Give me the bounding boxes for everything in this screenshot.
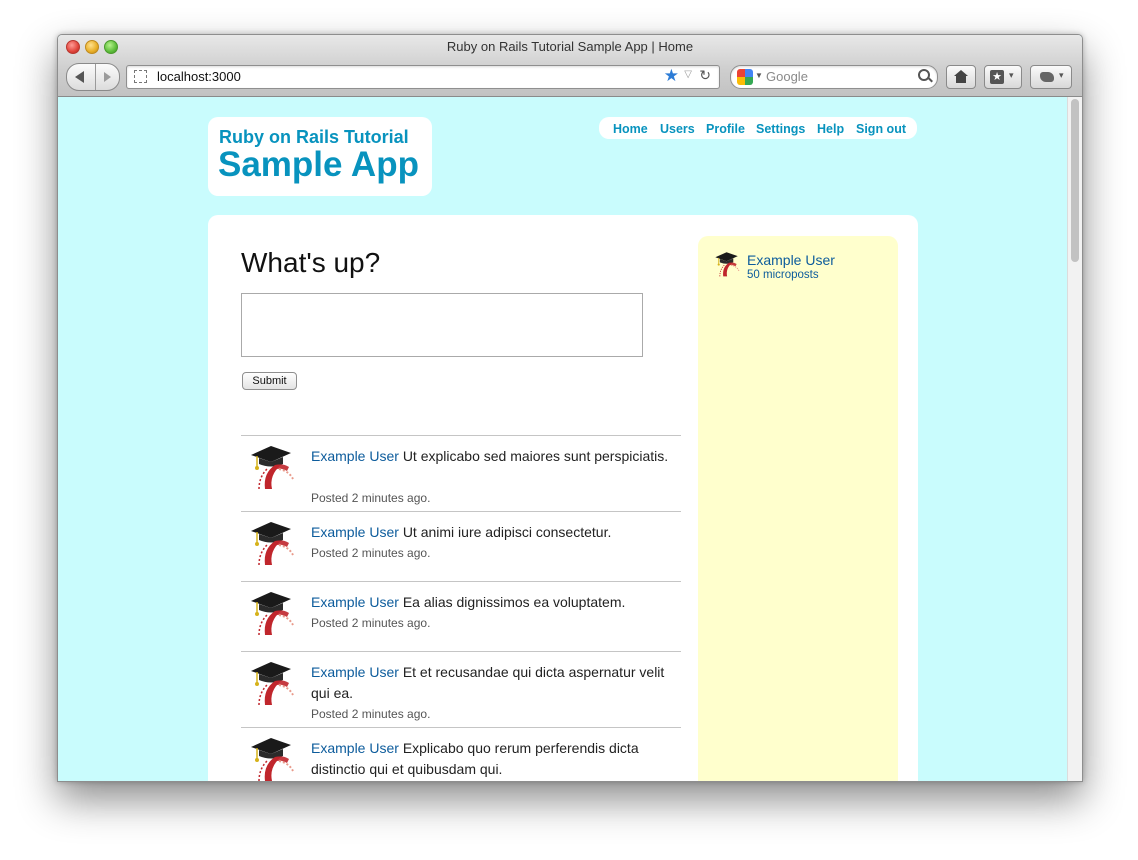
nav-users-link[interactable]: Users bbox=[660, 122, 695, 136]
feed-item-text: Example User Et et recusandae qui dicta … bbox=[311, 662, 671, 704]
scrollbar-thumb[interactable] bbox=[1071, 99, 1079, 262]
feed-timestamp: Posted 2 minutes ago. bbox=[311, 707, 431, 721]
feed-user-link[interactable]: Example User bbox=[311, 594, 399, 610]
bookmark-star-icon[interactable]: ★ bbox=[664, 66, 679, 86]
bookmarks-button[interactable] bbox=[984, 65, 1022, 89]
titlebar: Ruby on Rails Tutorial Sample App | Home… bbox=[58, 35, 1082, 97]
home-button[interactable] bbox=[946, 65, 976, 89]
site-logo[interactable]: Ruby on Rails Tutorial Sample App bbox=[208, 117, 432, 196]
search-input[interactable]: Google bbox=[766, 69, 808, 84]
micropost-count: 50 microposts bbox=[747, 269, 819, 281]
extensions-button[interactable] bbox=[1030, 65, 1072, 89]
search-engine-dropdown-icon[interactable]: ▼ bbox=[755, 71, 763, 80]
feed-user-link[interactable]: Example User bbox=[311, 448, 399, 464]
feed-item: Example User Ea alias dignissimos ea vol… bbox=[241, 581, 681, 652]
feed-item-text: Example User Explicabo quo rerum perfere… bbox=[311, 738, 671, 780]
history-dropdown-icon[interactable]: ▽ bbox=[684, 69, 692, 80]
url-text[interactable]: localhost:3000 bbox=[157, 69, 241, 84]
feed-timestamp: Posted 2 minutes ago. bbox=[311, 616, 431, 630]
feed-content: Ea alias dignissimos ea voluptatem. bbox=[402, 594, 626, 610]
history-buttons bbox=[66, 63, 120, 91]
logo-title: Sample App bbox=[218, 145, 419, 184]
feed-item: Example User Ut animi iure adipisci cons… bbox=[241, 511, 681, 582]
nav-settings-link[interactable]: Settings bbox=[756, 122, 805, 136]
page-favicon-icon bbox=[134, 70, 147, 83]
user-avatar-icon[interactable] bbox=[245, 589, 295, 637]
feed-content: Ut animi iure adipisci consectetur. bbox=[402, 524, 612, 540]
feed-item-text: Example User Ea alias dignissimos ea vol… bbox=[311, 592, 671, 613]
feed-content: Ut explicabo sed maiores sunt perspiciat… bbox=[402, 448, 669, 464]
page-viewport: Ruby on Rails Tutorial Sample App Home U… bbox=[58, 97, 1082, 781]
feed-timestamp: Posted 2 minutes ago. bbox=[311, 491, 431, 505]
feed-user-link[interactable]: Example User bbox=[311, 524, 399, 540]
back-button[interactable] bbox=[67, 64, 96, 90]
sidebar-avatar-icon[interactable] bbox=[712, 250, 740, 278]
feed-item-text: Example User Ut explicabo sed maiores su… bbox=[311, 446, 671, 467]
compose-heading: What's up? bbox=[241, 247, 381, 278]
feed-item-text: Example User Ut animi iure adipisci cons… bbox=[311, 522, 671, 543]
feed-item: Example User Et et recusandae qui dicta … bbox=[241, 651, 681, 728]
nav-sign-out-link[interactable]: Sign out bbox=[856, 122, 906, 136]
feed-user-link[interactable]: Example User bbox=[311, 740, 399, 756]
user-info-sidebar: Example User 50 microposts bbox=[698, 236, 898, 781]
nav-home-link[interactable]: Home bbox=[613, 122, 648, 136]
user-avatar-icon[interactable] bbox=[245, 519, 295, 567]
address-bar[interactable]: localhost:3000 ★ ▽ ↻ bbox=[126, 65, 720, 89]
user-avatar-icon[interactable] bbox=[245, 443, 295, 491]
google-icon[interactable] bbox=[737, 69, 753, 85]
nav-help-link[interactable]: Help bbox=[817, 122, 844, 136]
top-nav: Home Users Profile Settings Help Sign ou… bbox=[599, 117, 917, 139]
micropost-textarea[interactable] bbox=[241, 293, 643, 357]
search-bar[interactable]: ▼ Google bbox=[730, 65, 938, 89]
browser-window: Ruby on Rails Tutorial Sample App | Home… bbox=[57, 34, 1083, 782]
feed-item: Example User Ut explicabo sed maiores su… bbox=[241, 435, 681, 512]
feed-item: Example User Explicabo quo rerum perfere… bbox=[241, 727, 681, 781]
feed-user-link[interactable]: Example User bbox=[311, 664, 399, 680]
reload-icon[interactable]: ↻ bbox=[699, 67, 711, 84]
nav-profile-link[interactable]: Profile bbox=[706, 122, 745, 136]
feed-timestamp: Posted 2 minutes ago. bbox=[311, 546, 431, 560]
forward-button[interactable] bbox=[96, 64, 119, 90]
window-title: Ruby on Rails Tutorial Sample App | Home bbox=[446, 39, 694, 54]
sidebar-user-link[interactable]: Example User bbox=[747, 252, 835, 268]
vertical-scrollbar[interactable] bbox=[1067, 97, 1082, 781]
search-icon[interactable] bbox=[918, 69, 930, 81]
submit-button[interactable]: Submit bbox=[242, 372, 297, 390]
user-avatar-icon[interactable] bbox=[245, 659, 295, 707]
user-avatar-icon[interactable] bbox=[245, 735, 295, 781]
